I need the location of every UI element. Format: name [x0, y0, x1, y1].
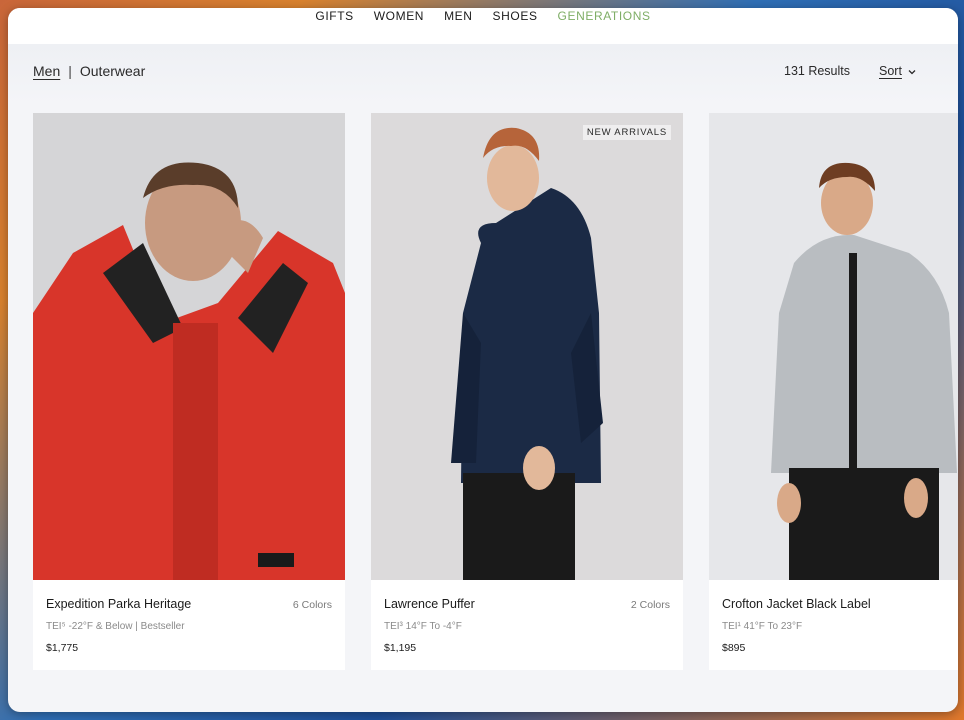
- product-image[interactable]: NEW ARRIVALS: [371, 113, 683, 580]
- nav-item-gifts[interactable]: GIFTS: [315, 9, 353, 23]
- breadcrumb-men-link[interactable]: Men: [33, 63, 60, 79]
- sort-label: Sort: [879, 64, 902, 78]
- product-name[interactable]: Crofton Jacket Black Label: [722, 597, 871, 611]
- nav-item-generations[interactable]: GENERATIONS: [558, 9, 651, 23]
- nav-item-men[interactable]: MEN: [444, 9, 472, 23]
- product-name[interactable]: Expedition Parka Heritage: [46, 597, 191, 611]
- product-colors: 2 Colors: [630, 599, 670, 611]
- browser-window: GIFTS WOMEN MEN SHOES GENERATIONS Men | …: [8, 8, 958, 712]
- product-info: Expedition Parka Heritage 6 Colors TEI⁵ …: [33, 580, 345, 670]
- nav-item-shoes[interactable]: SHOES: [493, 9, 538, 23]
- product-image[interactable]: [33, 113, 345, 580]
- sort-button[interactable]: Sort: [879, 64, 916, 78]
- product-tei: TEI³ 14°F To -4°F: [384, 621, 462, 632]
- new-arrivals-badge: NEW ARRIVALS: [582, 125, 671, 140]
- product-price: $895: [722, 642, 746, 654]
- product-price: $1,195: [384, 642, 417, 654]
- results-count: 131 Results: [784, 64, 851, 78]
- product-card[interactable]: NEW ARRIVALS Lawrence Puffer 2 Colors TE…: [371, 113, 683, 670]
- breadcrumb-current: Outerwear: [79, 63, 146, 79]
- product-card[interactable]: Crofton Jacket Black Label TEI¹ 41°F To …: [709, 113, 958, 670]
- top-navigation: GIFTS WOMEN MEN SHOES GENERATIONS: [8, 8, 958, 44]
- product-tei: TEI¹ 41°F To 23°F: [722, 621, 803, 632]
- chevron-down-icon: [908, 64, 916, 78]
- product-image[interactable]: [709, 113, 958, 580]
- breadcrumb: Men | Outerwear: [33, 63, 145, 79]
- product-info: Lawrence Puffer 2 Colors TEI³ 14°F To -4…: [371, 580, 683, 670]
- product-info: Crofton Jacket Black Label TEI¹ 41°F To …: [709, 580, 958, 670]
- product-colors: 6 Colors: [292, 599, 332, 611]
- breadcrumb-separator: |: [68, 63, 72, 79]
- product-name[interactable]: Lawrence Puffer: [384, 597, 475, 611]
- product-price: $1,775: [46, 642, 79, 654]
- product-card[interactable]: Expedition Parka Heritage 6 Colors TEI⁵ …: [33, 113, 345, 670]
- product-tei: TEI⁵ -22°F & Below | Bestseller: [46, 621, 185, 632]
- nav-item-women[interactable]: WOMEN: [374, 9, 424, 23]
